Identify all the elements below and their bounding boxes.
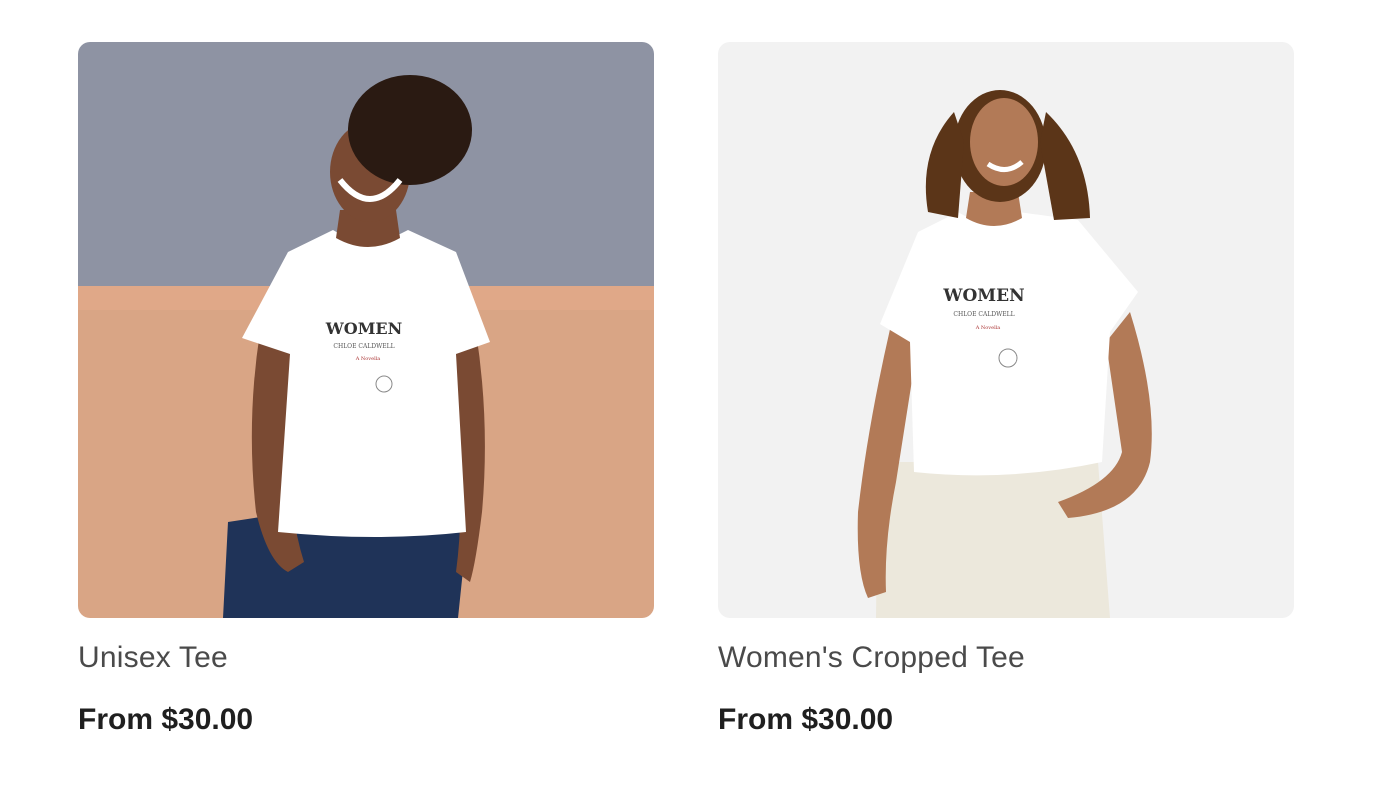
product-photo: WOMEN CHLOE CALDWELL A Novella — [78, 42, 654, 618]
product-image[interactable]: WOMEN CHLOE CALDWELL A Novella — [718, 42, 1294, 618]
shirt-print-author: CHLOE CALDWELL — [953, 311, 1014, 318]
product-price: From $30.00 — [78, 703, 254, 736]
product-title[interactable]: Unisex Tee — [78, 640, 654, 676]
product-card-unisex-tee[interactable]: WOMEN CHLOE CALDWELL A Novella Unisex Te… — [78, 42, 654, 738]
shirt-print-subtitle: A Novella — [355, 356, 381, 362]
shirt-print-headline: WOMEN — [942, 286, 1024, 306]
product-price: From $30.00 — [718, 703, 894, 736]
product-card-womens-cropped-tee[interactable]: WOMEN CHLOE CALDWELL A Novella Women's C… — [718, 42, 1294, 738]
product-image[interactable]: WOMEN CHLOE CALDWELL A Novella — [78, 42, 654, 618]
shirt-print-author: CHLOE CALDWELL — [333, 343, 394, 350]
shirt-print-subtitle: A Novella — [975, 325, 1001, 331]
product-photo: WOMEN CHLOE CALDWELL A Novella — [718, 42, 1294, 618]
shirt-print-headline: WOMEN — [325, 319, 402, 338]
product-grid: WOMEN CHLOE CALDWELL A Novella Unisex Te… — [78, 42, 1294, 738]
product-title[interactable]: Women's Cropped Tee — [718, 640, 1294, 676]
